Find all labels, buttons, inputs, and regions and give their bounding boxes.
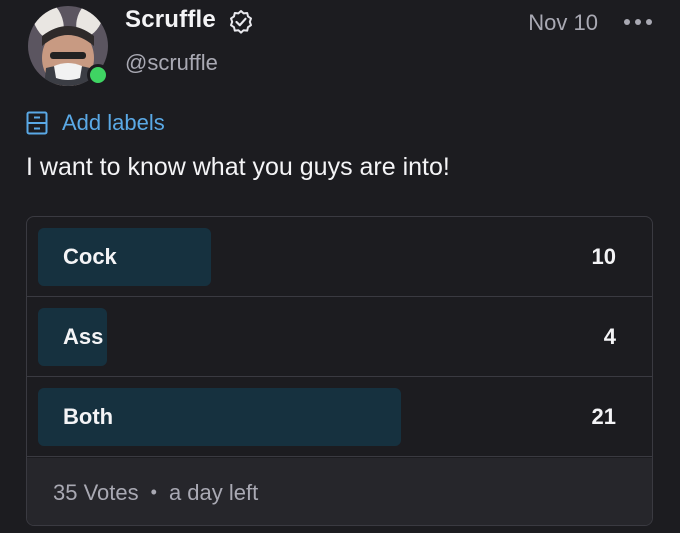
more-dot [646, 19, 652, 25]
poll-separator: • [150, 482, 157, 502]
poll-footer: 35 Votes • a day left [27, 458, 652, 525]
more-dot [624, 19, 630, 25]
labels-icon [26, 111, 48, 135]
poll-option-count: 4 [603, 324, 616, 349]
poll-option-label: Ass [63, 324, 104, 349]
more-dot [635, 19, 641, 25]
poll-option-label: Cock [63, 244, 117, 269]
add-labels-label: Add labels [62, 110, 165, 135]
post-text: I want to know what you guys are into! [26, 153, 450, 181]
poll-total-votes: 35 Votes [53, 479, 139, 505]
poll-time-left: a day left [168, 479, 259, 505]
poll-option-cock[interactable]: Cock 10 [27, 217, 652, 297]
poll-option-count: 21 [591, 404, 616, 429]
poll: Cock 10 Ass 4 Both 21 35 Votes • a day l… [26, 216, 653, 526]
add-labels-button[interactable]: Add labels [26, 110, 165, 136]
poll-option-both[interactable]: Both 21 [27, 377, 652, 457]
author-name[interactable]: Scruffle [125, 6, 216, 34]
poll-option-count: 10 [591, 244, 616, 269]
online-status-indicator [87, 64, 109, 86]
author-handle[interactable]: @scruffle [125, 50, 218, 76]
more-options-icon[interactable] [624, 10, 652, 34]
poll-option-ass[interactable]: Ass 4 [27, 297, 652, 377]
poll-option-label: Both [63, 404, 114, 429]
post: Scruffle @scruffle Nov 10 Add labels I w… [0, 0, 680, 533]
verified-badge-icon [230, 10, 252, 34]
post-date: Nov 10 [528, 10, 598, 35]
